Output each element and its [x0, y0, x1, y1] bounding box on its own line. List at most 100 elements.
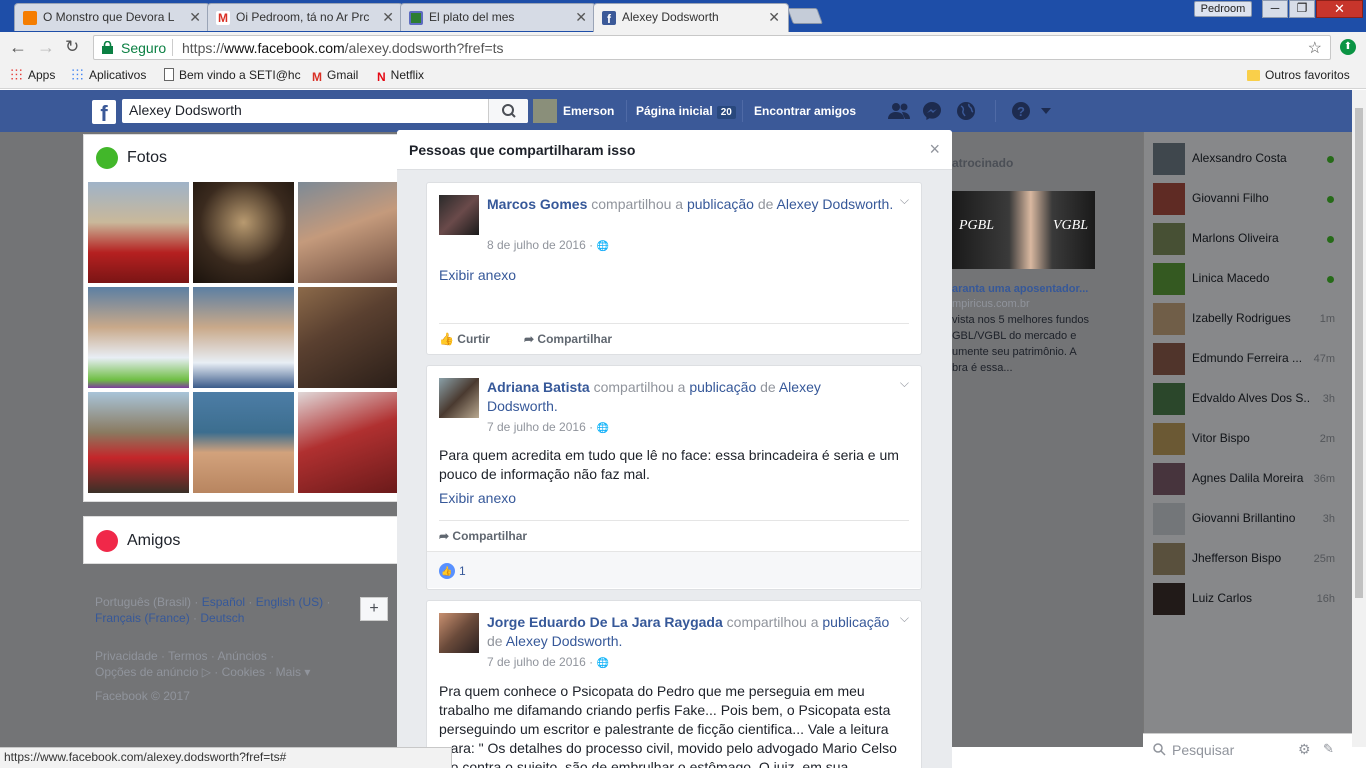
reload-icon[interactable]: ↻ [65, 37, 79, 57]
author-link[interactable]: Marcos Gomes [487, 196, 587, 212]
find-friends-link[interactable]: Encontrar amigos [754, 104, 856, 118]
friends-title[interactable]: Amigos [127, 532, 180, 550]
close-tab-icon[interactable]: ✕ [189, 9, 201, 26]
ad-image[interactable]: PGBL VGBL [952, 191, 1095, 269]
author-link[interactable]: Adriana Batista [487, 379, 590, 395]
avatar[interactable] [439, 613, 479, 653]
url-text[interactable]: https://www.facebook.com/alexey.dodswort… [182, 40, 504, 56]
bookmark-label: Outros favoritos [1265, 68, 1350, 82]
target-link[interactable]: Alexey Dodsworth. [777, 196, 894, 212]
bookmark-gmail[interactable]: M Gmail [312, 68, 358, 84]
photo-thumbnail[interactable] [88, 182, 189, 283]
bookmark-label: Aplicativos [89, 68, 147, 82]
facebook-logo-icon[interactable]: f [92, 100, 116, 124]
browser-tab-facebook[interactable]: f Alexey Dodsworth ✕ [593, 3, 789, 32]
photo-thumbnail[interactable] [298, 287, 399, 388]
photo-thumbnail[interactable] [298, 392, 399, 493]
photo-thumbnail[interactable] [193, 287, 294, 388]
post-options-chevron-icon[interactable]: ⌵ [900, 611, 909, 626]
maximize-button[interactable]: ❐ [1289, 0, 1315, 18]
compose-icon[interactable]: ✎ [1323, 741, 1334, 757]
friend-requests-icon[interactable] [887, 101, 911, 121]
close-tab-icon[interactable]: ✕ [575, 9, 587, 26]
publication-link[interactable]: publicação [689, 379, 756, 395]
post-headline: Jorge Eduardo De La Jara Raygada compart… [487, 613, 895, 651]
search-button[interactable] [488, 99, 528, 123]
bookmark-seti[interactable]: Bem vindo a SETI@hc [164, 68, 301, 82]
browser-tab-gmail[interactable]: M Oi Pedroom, tá no Ar Prc ✕ [207, 3, 403, 31]
photo-thumbnail[interactable] [193, 182, 294, 283]
language-link[interactable]: Español [202, 595, 245, 609]
photos-title[interactable]: Fotos [127, 149, 167, 167]
share-button[interactable]: ➦ Compartilhar [524, 332, 612, 346]
bookmark-netflix[interactable]: N Netflix [377, 68, 424, 84]
browser-tab-blogger[interactable]: O Monstro que Devora L ✕ [14, 3, 210, 31]
thumbs-up-icon: 👍 [439, 332, 454, 346]
language-link[interactable]: English (US) [256, 595, 323, 609]
like-button[interactable]: 👍 Curtir [439, 332, 490, 346]
avatar[interactable] [533, 99, 557, 123]
ad-domain: mpiricus.com.br [952, 298, 1030, 310]
post-options-chevron-icon[interactable]: ⌵ [900, 376, 909, 391]
photo-thumbnail[interactable] [88, 287, 189, 388]
post-date[interactable]: 8 de julho de 2016 · 🌐 [487, 238, 609, 252]
photo-thumbnail[interactable] [298, 182, 399, 283]
apps-grid-icon [10, 68, 23, 81]
home-count-badge: 20 [716, 106, 736, 119]
target-link[interactable]: Alexey Dodsworth. [506, 633, 623, 649]
footer-links-line[interactable]: Opções de anúncio ▷ · Cookies · Mais ▾ [95, 664, 385, 680]
close-tab-icon[interactable]: ✕ [382, 9, 394, 26]
ad-title[interactable]: aranta uma aposentador... [952, 283, 1088, 295]
language-link[interactable]: Français (France) [95, 611, 190, 625]
facebook-header: f Alexey Dodsworth Emerson Página inicia… [0, 90, 1352, 132]
view-attachment-link[interactable]: Exibir anexo [439, 490, 516, 506]
post-date[interactable]: 7 de julho de 2016 · 🌐 [487, 655, 609, 669]
language-link[interactable]: Deutsch [200, 611, 244, 625]
home-link[interactable]: Página inicial 20 [636, 104, 736, 119]
of-text: de [757, 196, 774, 212]
close-icon[interactable]: × [929, 139, 940, 160]
chat-search-input[interactable]: Pesquisar [1172, 742, 1234, 758]
notifications-globe-icon[interactable] [956, 101, 976, 121]
publication-link[interactable]: publicação [687, 196, 754, 212]
facebook-search-input[interactable]: Alexey Dodsworth [122, 99, 528, 123]
close-tab-icon[interactable]: ✕ [768, 9, 780, 26]
bookmark-star-icon[interactable]: ☆ [1308, 38, 1322, 58]
bookmark-other[interactable]: Outros favoritos [1247, 68, 1350, 82]
browser-tab-strip: O Monstro que Devora L ✕ M Oi Pedroom, t… [0, 0, 1366, 32]
gear-icon[interactable]: ⚙ [1298, 741, 1311, 758]
post-date[interactable]: 7 de julho de 2016 · 🌐 [487, 420, 609, 434]
profile-link[interactable]: Emerson [563, 104, 614, 118]
reactions-bar[interactable]: 👍 1 [427, 551, 921, 588]
facebook-icon: f [602, 11, 616, 26]
publication-link[interactable]: publicação [822, 614, 889, 630]
scrollbar-thumb[interactable] [1355, 108, 1363, 598]
reaction-count[interactable]: 1 [459, 564, 466, 578]
share-button[interactable]: ➦ Compartilhar [439, 529, 527, 543]
footer-links-line[interactable]: Privacidade · Termos · Anúncios · [95, 648, 385, 664]
bookmark-apps[interactable]: Apps [10, 68, 55, 82]
bookmark-aplicativos[interactable]: Aplicativos [71, 68, 146, 82]
date-text: 7 de julho de 2016 · [487, 420, 594, 434]
photo-thumbnail[interactable] [193, 392, 294, 493]
new-tab-button[interactable] [787, 8, 823, 24]
back-icon[interactable]: ← [9, 37, 27, 58]
browser-tab-plato[interactable]: El plato del mes ✕ [400, 3, 596, 31]
help-icon[interactable]: ? [1011, 101, 1031, 121]
minimize-button[interactable]: ─ [1262, 0, 1288, 18]
address-bar[interactable]: Seguro https://www.facebook.com/alexey.d… [93, 35, 1331, 60]
avatar[interactable] [439, 195, 479, 235]
author-link[interactable]: Jorge Eduardo De La Jara Raygada [487, 614, 723, 630]
photo-thumbnail[interactable] [88, 392, 189, 493]
messenger-icon[interactable] [922, 101, 942, 121]
view-attachment-link[interactable]: Exibir anexo [439, 267, 516, 283]
profile-button[interactable]: Pedroom [1194, 1, 1252, 17]
divider [172, 39, 173, 56]
window-close-button[interactable]: ✕ [1316, 0, 1363, 18]
forward-icon[interactable]: → [37, 37, 55, 58]
chevron-down-icon[interactable] [1041, 108, 1051, 114]
add-language-button[interactable]: + [360, 597, 388, 621]
post-options-chevron-icon[interactable]: ⌵ [900, 193, 909, 208]
update-icon[interactable]: ⬆ [1340, 39, 1356, 55]
avatar[interactable] [439, 378, 479, 418]
